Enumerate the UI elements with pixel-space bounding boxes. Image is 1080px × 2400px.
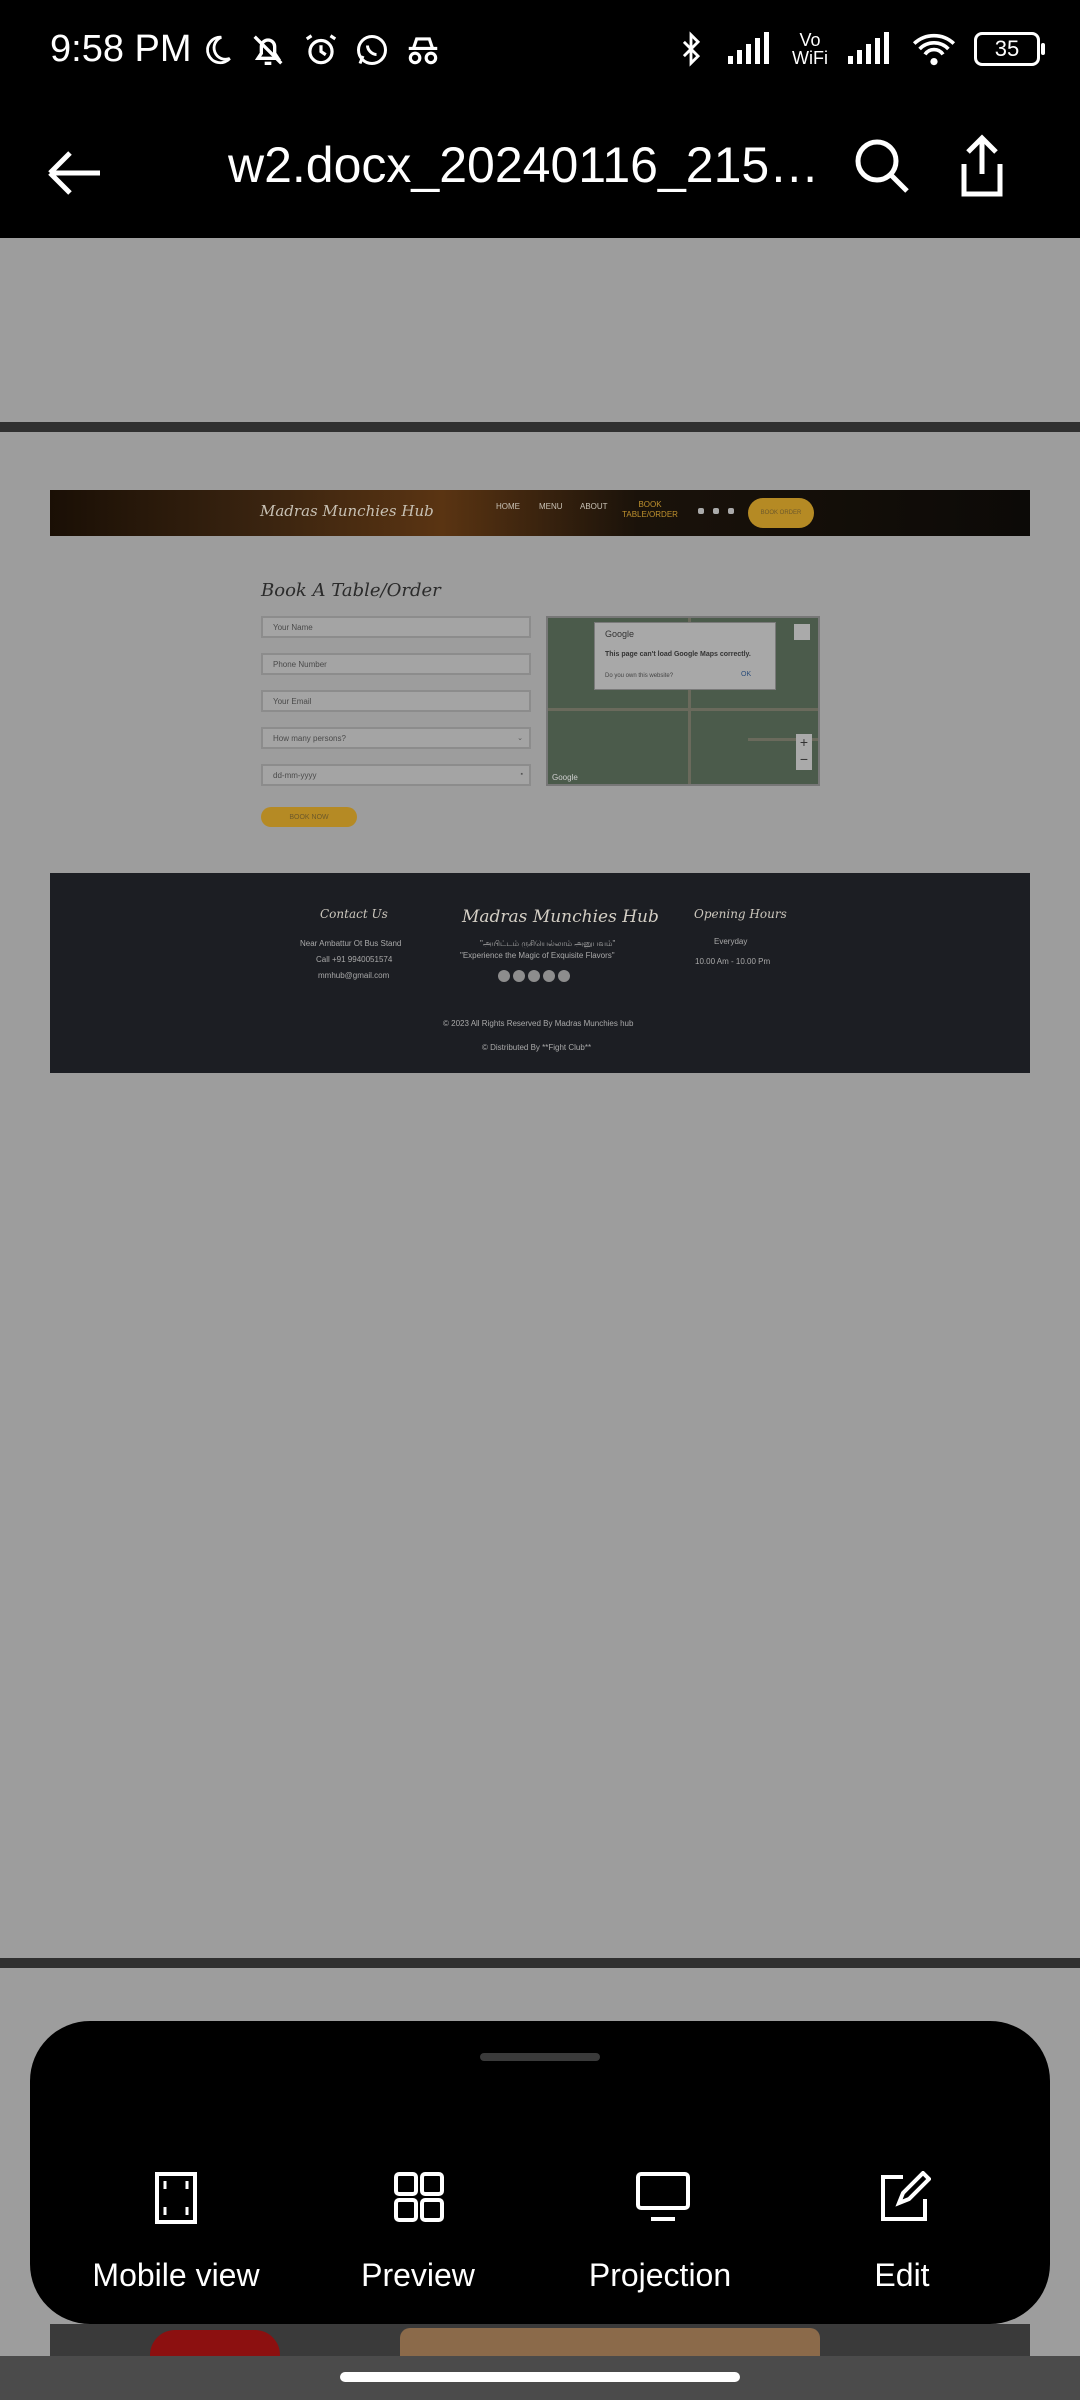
- app-bar: w2.docx_20240116_2155...: [0, 104, 1080, 238]
- map-embed: Google This page can't load Google Maps …: [546, 616, 820, 786]
- search-icon: [855, 139, 909, 193]
- incognito-icon: [408, 37, 438, 65]
- bottom-sheet: Mobile view Preview Projection Edit: [30, 2021, 1050, 2324]
- next-page-badge: [150, 2330, 280, 2356]
- monitor-icon: [636, 2172, 690, 2221]
- edit-icon: [881, 2171, 931, 2221]
- nav-link-menu: MENU: [539, 502, 563, 511]
- footer-tagline-tamil: "அயிட்டம் ருசியெல்லாம் அனுபவம்": [480, 939, 616, 948]
- map-error-message: This page can't load Google Maps correct…: [605, 651, 751, 658]
- preview-button[interactable]: Preview: [298, 2141, 538, 2293]
- document-page[interactable]: [0, 432, 1080, 1958]
- nav-link-book: BOOK TABLE/ORDER: [622, 500, 678, 519]
- phone-field: Phone Number: [261, 653, 531, 675]
- next-page-image: [50, 2324, 1030, 2356]
- nav-link-home: HOME: [496, 502, 520, 511]
- persons-select: How many persons? ⌄: [261, 727, 531, 749]
- date-field: dd-mm-yyyy ▪: [261, 764, 531, 786]
- next-page-food-image: [400, 2328, 820, 2356]
- alarm-icon: [305, 34, 337, 65]
- booking-title: Book A Table/Order: [261, 580, 441, 601]
- fullscreen-icon: [794, 624, 810, 640]
- document-page-top: [0, 238, 1080, 422]
- status-time: 9:58 PM: [50, 28, 192, 70]
- mobile-view-label: Mobile view: [92, 2257, 260, 2293]
- share-icon: [961, 134, 1003, 197]
- dribbble-icon: [558, 970, 570, 982]
- footer-phone: Call +91 9940051574: [316, 955, 393, 964]
- nav-link-about: ABOUT: [580, 502, 608, 511]
- map-ok-button: OK: [741, 671, 752, 678]
- map-error-question: Do you own this website?: [605, 673, 674, 679]
- footer-contact-title: Contact Us: [320, 907, 388, 921]
- whatsapp-icon: [357, 35, 387, 65]
- map-provider: Google: [605, 629, 635, 639]
- wifi-icon: [912, 33, 956, 66]
- back-button[interactable]: [40, 138, 110, 208]
- cart-icon: [713, 508, 719, 514]
- footer-tagline: "Experience the Magic of Exquisite Flavo…: [460, 951, 615, 960]
- preview-label: Preview: [361, 2257, 475, 2293]
- search-mini-icon: [728, 508, 734, 514]
- search-button[interactable]: [850, 134, 914, 198]
- page-divider-2: [0, 1958, 1080, 1968]
- footer-distributed: © Distributed By **Fight Club**: [482, 1043, 592, 1052]
- back-arrow-icon: [48, 151, 100, 195]
- date-placeholder: dd-mm-yyyy: [273, 771, 317, 780]
- linkedin-icon: [528, 970, 540, 982]
- signal-2-icon: [848, 32, 889, 64]
- map-error-dialog: Google This page can't load Google Maps …: [594, 622, 776, 690]
- map-watermark: Google: [552, 773, 578, 782]
- footer-hours-time: 10.00 Am - 10.00 Pm: [695, 957, 771, 966]
- map-road: [548, 708, 818, 711]
- edit-label: Edit: [874, 2257, 930, 2293]
- footer-hours-title: Opening Hours: [694, 907, 787, 921]
- grid-icon: [394, 2172, 444, 2222]
- edit-button[interactable]: Edit: [782, 2141, 1022, 2293]
- page-divider: [0, 422, 1080, 432]
- twitter-icon: [513, 970, 525, 982]
- mobile-view-button[interactable]: Mobile view: [56, 2141, 296, 2293]
- book-now-button: BOOK NOW: [261, 807, 357, 827]
- site-footer: Contact Us Near Ambattur Ot Bus Stand Ca…: [50, 873, 1030, 1073]
- facebook-icon: [498, 970, 510, 982]
- name-field: Your Name: [261, 616, 531, 638]
- status-bar: 9:58 PM Vo WiFi 35: [0, 0, 1080, 104]
- map-zoom-control: + −: [796, 734, 812, 770]
- email-field: Your Email: [261, 690, 531, 712]
- bell-off-icon: [253, 35, 283, 65]
- site-navbar: Madras Munchies Hub HOME MENU ABOUT BOOK…: [50, 490, 1030, 536]
- projection-label: Projection: [588, 2257, 732, 2293]
- projection-button[interactable]: Projection: [540, 2141, 780, 2293]
- bluetooth-icon: [682, 31, 701, 67]
- footer-address: Near Ambattur Ot Bus Stand: [300, 939, 402, 948]
- battery-indicator: 35: [974, 32, 1045, 66]
- instagram-icon: [543, 970, 555, 982]
- site-logo: Madras Munchies Hub: [260, 502, 434, 520]
- user-icon: [698, 508, 704, 514]
- home-indicator[interactable]: [340, 2372, 740, 2382]
- vowifi-label: Vo WiFi: [792, 30, 828, 68]
- nav-cta-button: BOOK ORDER: [748, 498, 814, 528]
- footer-copyright: © 2023 All Rights Reserved By Madras Mun…: [443, 1019, 634, 1028]
- status-icons-left: [200, 30, 442, 70]
- document-title: w2.docx_20240116_2155...: [228, 137, 838, 193]
- status-icons-right: Vo WiFi 35: [674, 30, 1045, 68]
- signal-icon: [728, 32, 770, 64]
- calendar-icon: ▪: [520, 771, 523, 778]
- mobile-view-icon: [155, 2172, 197, 2224]
- dropdown-caret-icon: ⌄: [517, 735, 523, 742]
- share-button[interactable]: [950, 132, 1014, 202]
- persons-placeholder: How many persons?: [273, 734, 346, 743]
- footer-email: mmhub@gmail.com: [318, 971, 390, 980]
- footer-logo: Madras Munchies Hub: [462, 907, 659, 927]
- footer-hours-days: Everyday: [714, 937, 748, 946]
- sheet-drag-handle[interactable]: [480, 2053, 600, 2061]
- moon-icon: [206, 35, 231, 65]
